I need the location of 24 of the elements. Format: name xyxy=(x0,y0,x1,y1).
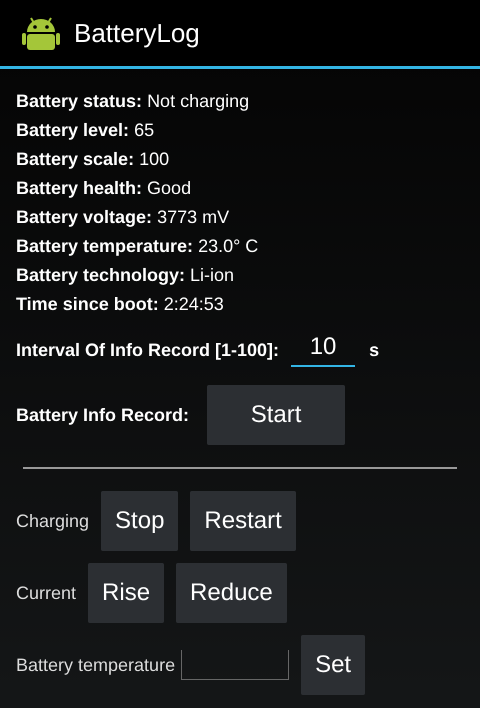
info-line: Battery temperature: 23.0° C xyxy=(16,235,260,258)
control-button[interactable]: Stop xyxy=(101,491,178,551)
app-title: BatteryLog xyxy=(74,18,200,48)
info-line: Battery technology: Li-ion xyxy=(16,264,236,287)
info-line: Battery level: 65 xyxy=(16,119,156,142)
info-line: Battery status: Not charging xyxy=(16,90,250,113)
android-icon xyxy=(22,15,60,51)
unit-label: s xyxy=(369,340,380,360)
start-button[interactable]: Start xyxy=(207,385,346,445)
interval-field[interactable]: 10 xyxy=(291,333,356,367)
info-line: Battery health: Good xyxy=(16,177,192,200)
temperature-field[interactable] xyxy=(181,650,290,680)
info-line: Battery voltage: 3773 mV xyxy=(16,206,230,229)
info-line: Time since boot: 2:24:53 xyxy=(16,293,225,316)
control-button[interactable]: Set xyxy=(301,635,366,695)
control-label: Current xyxy=(16,582,76,604)
record-label: Battery Info Record: xyxy=(16,404,190,426)
info-line: Battery scale: 100 xyxy=(16,148,170,171)
control-label: Battery temperature xyxy=(16,654,176,676)
control-label: Charging xyxy=(16,510,90,532)
interval-label: Interval Of Info Record [1-100]: xyxy=(16,340,280,360)
control-button[interactable]: Restart xyxy=(190,491,296,551)
control-button[interactable]: Rise xyxy=(88,563,164,623)
control-button[interactable]: Reduce xyxy=(176,563,287,623)
